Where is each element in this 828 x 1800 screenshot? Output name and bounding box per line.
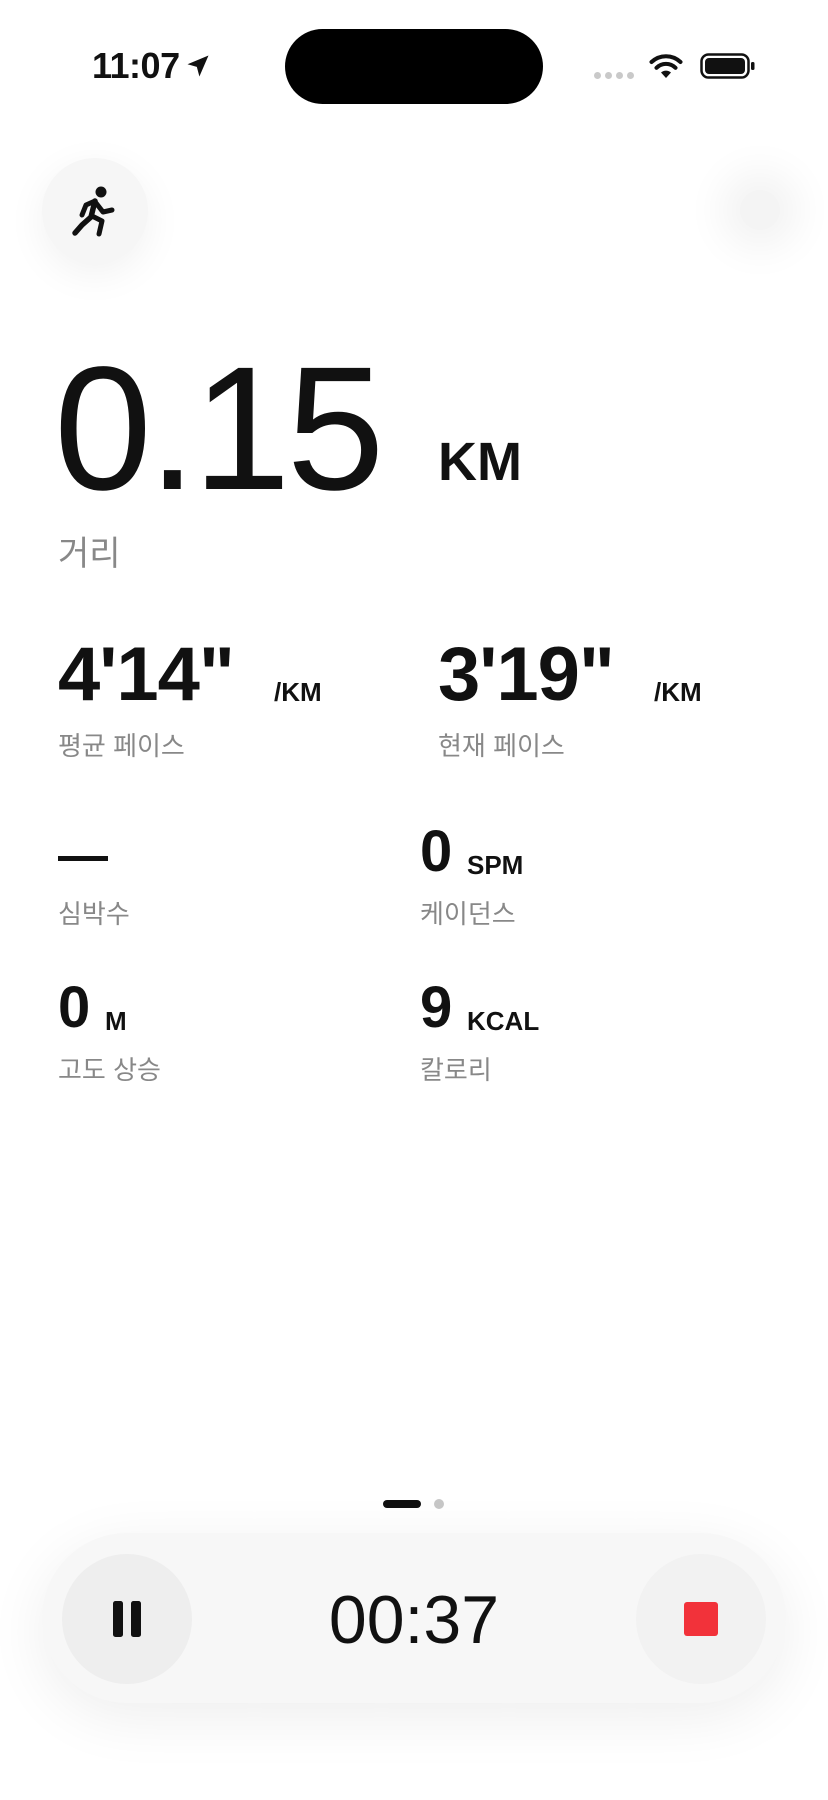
running-figure-icon bbox=[72, 186, 115, 237]
wifi-icon bbox=[649, 54, 683, 78]
location-arrow-icon bbox=[187, 55, 209, 77]
calories-unit: KCAL bbox=[467, 1006, 540, 1036]
dynamic-island bbox=[285, 29, 543, 104]
distance-unit: KM bbox=[438, 432, 522, 492]
page-indicator-dot[interactable] bbox=[434, 1499, 444, 1509]
cellular-signal-icon bbox=[594, 72, 634, 79]
cadence-label: 케이던스 bbox=[420, 899, 516, 929]
page-indicator-active[interactable] bbox=[383, 1500, 421, 1508]
elevation-gain-label: 고도 상승 bbox=[58, 1055, 161, 1085]
heart-rate-empty-dash bbox=[58, 856, 108, 861]
stop-button[interactable] bbox=[636, 1554, 766, 1684]
pause-button[interactable] bbox=[62, 1554, 192, 1684]
cadence-value: 0 bbox=[420, 819, 453, 884]
calories-value: 9 bbox=[420, 975, 453, 1040]
current-pace-label: 현재 페이스 bbox=[438, 731, 565, 761]
distance-value: 0.15 bbox=[54, 331, 385, 527]
current-pace-value: 3'19" bbox=[438, 632, 615, 717]
options-button[interactable] bbox=[740, 190, 780, 230]
elevation-gain-value: 0 bbox=[58, 975, 91, 1040]
elapsed-timer: 00:37 bbox=[328, 1582, 500, 1658]
stop-square-icon bbox=[684, 1602, 718, 1636]
status-time: 11:07 bbox=[92, 45, 180, 86]
heart-rate-label: 심박수 bbox=[58, 899, 130, 929]
distance-label: 거리 bbox=[58, 535, 121, 573]
pause-icon bbox=[113, 1601, 141, 1637]
elevation-gain-unit: M bbox=[105, 1006, 127, 1036]
cadence-unit: SPM bbox=[467, 850, 524, 880]
calories-label: 칼로리 bbox=[420, 1055, 492, 1085]
average-pace-label: 평균 페이스 bbox=[58, 731, 185, 761]
battery-icon bbox=[700, 53, 755, 79]
current-pace-unit: /KM bbox=[654, 677, 702, 707]
average-pace-unit: /KM bbox=[274, 677, 322, 707]
average-pace-value: 4'14" bbox=[58, 632, 235, 717]
activity-type-button[interactable] bbox=[42, 158, 148, 264]
